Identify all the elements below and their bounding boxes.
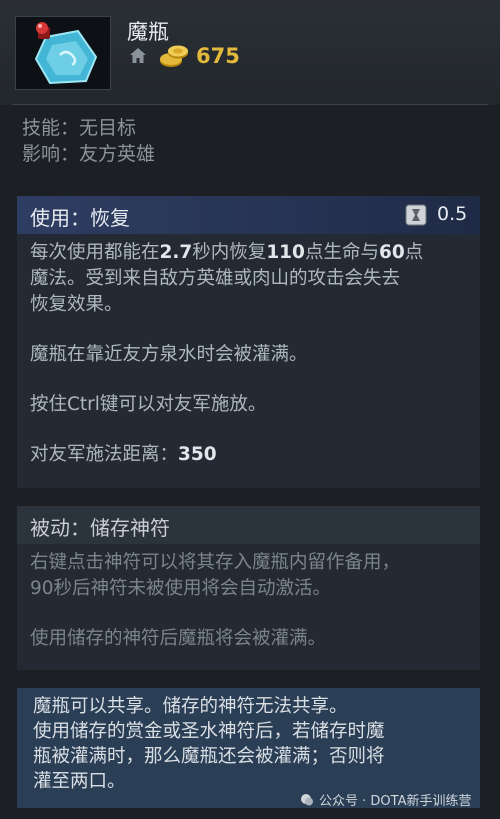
home-shop-icon [128, 46, 148, 64]
active-ability-header: 使用：恢复 0.5 [17, 196, 480, 234]
cast-range-line: 对友军施法距离：350 [30, 442, 467, 468]
passive-ability-description: 右键点击神符可以将其存入魔瓶内留作备用， 90秒后神符未被使用将会自动激活。 使… [17, 544, 480, 662]
magic-bottle-icon [15, 16, 111, 90]
watermark-text: 公众号 · DOTA新手训练营 [319, 794, 472, 809]
active-desc-line1: 每次使用都能在2.7秒内恢复110点生命与60点 [30, 240, 467, 266]
text-fragment: 每次使用都能在 [30, 242, 160, 263]
active-ability-section: 使用：恢复 0.5 每次使用都能在2.7秒内恢复110点生命与60点 魔法。受到… [17, 196, 480, 488]
health-restore-value: 110 [266, 242, 305, 263]
active-ability-title: 使用：恢复 [30, 206, 130, 230]
passive-ability-header: 被动：储存神符 [17, 506, 480, 544]
active-desc-line2: 魔法。受到来自敌方英雄或肉山的攻击会失去 [30, 268, 401, 289]
item-header: 魔瓶 675 [0, 0, 500, 105]
note-line2: 使用储存的赏金或圣水神符后，若储存时魔 [33, 721, 385, 742]
mana-restore-value: 60 [378, 242, 405, 263]
cast-range-label: 对友军施法距离： [30, 444, 179, 465]
passive-ability-section: 被动：储存神符 右键点击神符可以将其存入魔瓶内留作备用， 90秒后神符未被使用将… [17, 506, 480, 670]
active-desc-line3: 恢复效果。 [30, 294, 123, 315]
note-line1: 魔瓶可以共享。储存的神符无法共享。 [33, 696, 348, 717]
item-name: 魔瓶 [127, 20, 169, 44]
ability-target-line: 技能：无目标 [22, 117, 137, 139]
cast-range-value: 350 [178, 444, 217, 465]
ctrl-cast-text: 按住Ctrl键可以对友军施放。 [30, 394, 267, 415]
note-line3: 瓶被灌满时，那么魔瓶还会被灌满；否则将 [33, 746, 385, 767]
cooldown-value: 0.5 [437, 203, 468, 225]
passive-ability-title: 被动：储存神符 [30, 516, 170, 540]
gold-coins-icon [157, 43, 191, 69]
item-cost: 675 [196, 44, 240, 68]
text-fragment: 秒内恢复 [192, 242, 267, 263]
cooldown-icon [405, 204, 427, 226]
watermark: 公众号 · DOTA新手训练营 [300, 790, 471, 809]
passive-desc-line1: 右键点击神符可以将其存入魔瓶内留作备用， [30, 552, 401, 573]
fountain-refill-text: 魔瓶在靠近友方泉水时会被灌满。 [30, 344, 308, 365]
active-ability-description: 每次使用都能在2.7秒内恢复110点生命与60点 魔法。受到来自敌方英雄或肉山的… [17, 234, 480, 478]
affects-line: 影响：友方英雄 [22, 143, 156, 165]
header-divider [12, 104, 488, 105]
wechat-icon [301, 793, 313, 805]
text-fragment: 点生命与 [304, 242, 379, 263]
passive-refill-text: 使用储存的神符后魔瓶将会被灌满。 [30, 628, 327, 649]
restore-duration-value: 2.7 [159, 242, 193, 263]
text-fragment: 点 [404, 242, 424, 263]
passive-desc-line2: 90秒后神符未被使用将会自动激活。 [30, 578, 332, 599]
